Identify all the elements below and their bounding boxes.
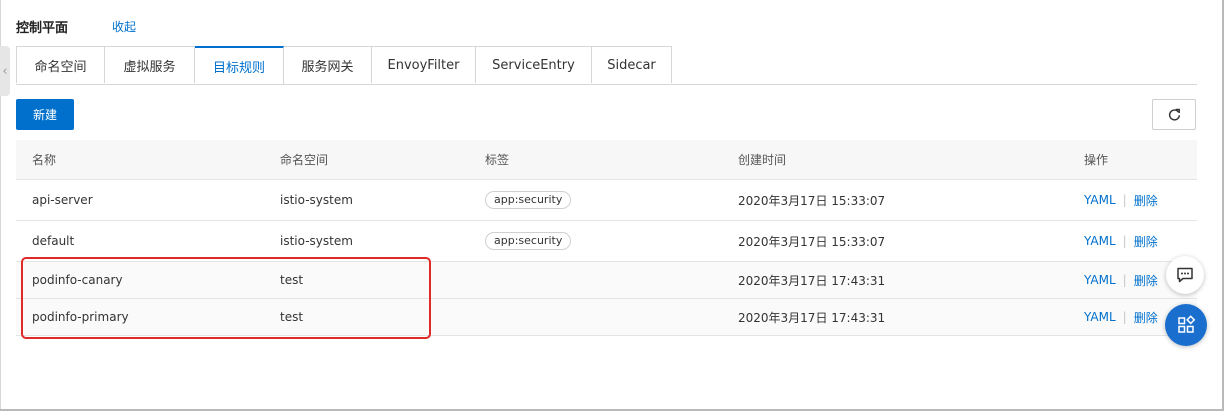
yaml-link[interactable]: YAML (1084, 234, 1116, 248)
delete-link[interactable]: 删除 (1134, 309, 1158, 326)
row-actions: YAML | 删除 (1084, 262, 1158, 298)
destination-rules-table: 名称 命名空间 标签 创建时间 操作 api-server istio-syst… (16, 140, 1197, 336)
table-row: default istio-system app:security 2020年3… (16, 221, 1197, 262)
row-tags: app:security (485, 180, 572, 220)
column-header-tags: 标签 (485, 153, 510, 167)
sidebar-toggle[interactable]: ‹ (0, 46, 10, 96)
row-namespace: istio-system (280, 234, 353, 248)
collapse-link[interactable]: 收起 (112, 18, 136, 35)
tag-badge: app:security (485, 232, 572, 250)
row-namespace: test (280, 273, 304, 287)
action-separator: | (1122, 310, 1127, 324)
row-created: 2020年3月17日 15:33:07 (738, 193, 886, 208)
new-button[interactable]: 新建 (16, 99, 74, 130)
table-row: podinfo-primary test 2020年3月17日 17:43:31… (16, 299, 1197, 336)
row-name: api-server (32, 193, 93, 207)
delete-link[interactable]: 删除 (1134, 192, 1158, 209)
row-namespace: test (280, 310, 304, 324)
row-created: 2020年3月17日 17:43:31 (738, 273, 886, 288)
column-header-created: 创建时间 (738, 153, 787, 167)
tab-virtual-services[interactable]: 虚拟服务 (105, 46, 195, 83)
page-header: 控制平面 收起 (16, 16, 136, 36)
row-actions: YAML | 删除 (1084, 221, 1158, 261)
row-actions: YAML | 删除 (1084, 180, 1158, 220)
delete-link[interactable]: 删除 (1134, 272, 1158, 289)
yaml-link[interactable]: YAML (1084, 193, 1116, 207)
column-header-name: 名称 (32, 153, 57, 167)
row-namespace: istio-system (280, 193, 353, 207)
delete-link[interactable]: 删除 (1134, 233, 1158, 250)
yaml-link[interactable]: YAML (1084, 273, 1116, 287)
apps-icon (1178, 315, 1196, 333)
table-row: podinfo-canary test 2020年3月17日 17:43:31 … (16, 262, 1197, 299)
tag-badge: app:security (485, 191, 572, 209)
row-actions: YAML | 删除 (1084, 299, 1158, 335)
tab-namespaces[interactable]: 命名空间 (16, 46, 105, 83)
row-name: podinfo-canary (32, 273, 123, 287)
tab-envoyfilter[interactable]: EnvoyFilter (372, 46, 476, 83)
tab-bar: 命名空间 虚拟服务 目标规则 服务网关 EnvoyFilter ServiceE… (16, 46, 1197, 85)
chat-button[interactable] (1166, 256, 1204, 294)
refresh-icon (1168, 108, 1180, 121)
apps-button[interactable] (1165, 304, 1207, 346)
tab-gateways[interactable]: 服务网关 (284, 46, 372, 83)
column-header-actions: 操作 (1084, 153, 1109, 167)
page-title: 控制平面 (16, 20, 69, 36)
tab-serviceentry[interactable]: ServiceEntry (476, 46, 592, 83)
row-created: 2020年3月17日 15:33:07 (738, 234, 886, 249)
tab-sidecar[interactable]: Sidecar (592, 46, 672, 83)
action-separator: | (1122, 234, 1127, 248)
row-name: podinfo-primary (32, 310, 129, 324)
table-row: api-server istio-system app:security 202… (16, 180, 1197, 221)
action-separator: | (1122, 193, 1127, 207)
action-separator: | (1122, 273, 1127, 287)
tab-destination-rules[interactable]: 目标规则 (195, 46, 284, 84)
refresh-button[interactable] (1152, 99, 1196, 130)
chevron-left-icon: ‹ (2, 63, 8, 79)
yaml-link[interactable]: YAML (1084, 310, 1116, 324)
table-header: 名称 命名空间 标签 创建时间 操作 (16, 140, 1197, 180)
row-tags: app:security (485, 221, 572, 261)
row-created: 2020年3月17日 17:43:31 (738, 310, 886, 325)
column-header-namespace: 命名空间 (280, 153, 329, 167)
chat-icon (1177, 267, 1193, 283)
row-name: default (32, 234, 75, 248)
